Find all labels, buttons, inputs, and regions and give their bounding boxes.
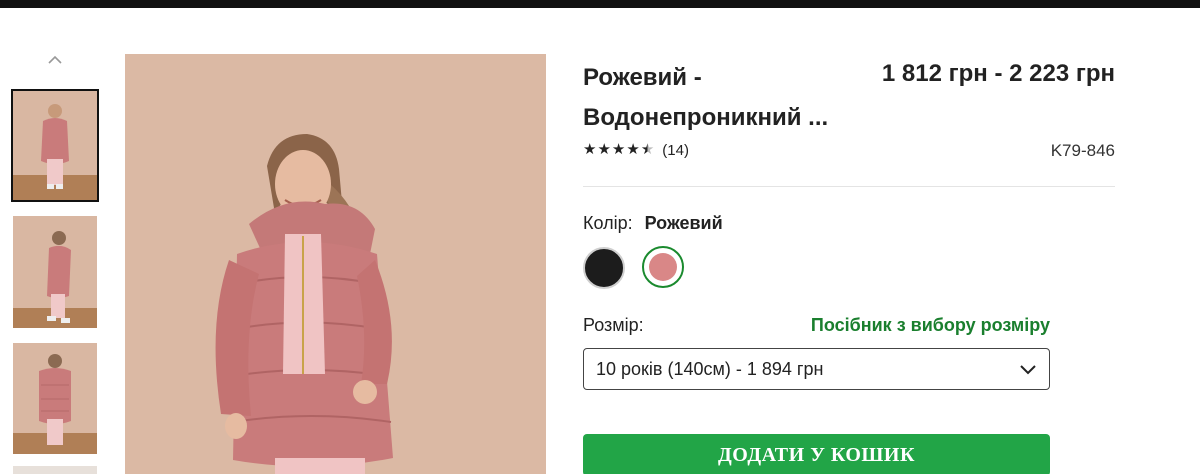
- thumbnail-side[interactable]: [13, 216, 97, 328]
- thumbnail-back-image: [13, 343, 97, 454]
- size-guide-link[interactable]: Посібник з вибору розміру: [740, 313, 1050, 337]
- thumbnail-scroll-up-button[interactable]: [45, 52, 65, 68]
- size-select[interactable]: 10 років (140см) - 1 894 грн: [583, 348, 1050, 390]
- thumbnail-more[interactable]: [13, 466, 97, 474]
- product-title-line1: Рожевий -: [583, 64, 702, 91]
- thumbnail-front[interactable]: [11, 89, 99, 202]
- product-rating[interactable]: ★ ★ ★ ★ ★ (14): [583, 140, 689, 160]
- size-label: Розмір:: [583, 315, 644, 335]
- thumbnail-back[interactable]: [13, 343, 97, 454]
- selected-color: Рожевий: [644, 213, 723, 233]
- product-sku: K79-846: [1050, 141, 1115, 160]
- star-icon: ★: [597, 141, 611, 158]
- thumbnail-front-image: [13, 91, 97, 200]
- star-icon: ★: [611, 141, 626, 158]
- divider: [583, 186, 1115, 187]
- product-price: 1 812 грн - 2 223 грн: [881, 60, 1115, 87]
- color-swatch-black[interactable]: [583, 247, 625, 289]
- thumbnail-side-image: [13, 216, 97, 328]
- size-selected-option: 10 років (140см) - 1 894 грн: [596, 358, 824, 379]
- chevron-down-icon: [1020, 365, 1036, 375]
- color-swatch-pink[interactable]: [642, 246, 684, 288]
- product-title: Рожевий - Водонепроникний ...: [583, 58, 853, 138]
- color-row: Колір: Рожевий: [583, 211, 723, 235]
- product-photo: [125, 54, 546, 474]
- star-icon: ★: [583, 141, 597, 158]
- top-bar: [0, 0, 1200, 8]
- chevron-up-icon: [48, 55, 62, 64]
- main-product-image[interactable]: [125, 54, 546, 474]
- product-title-line2: Водонепроникний ...: [583, 104, 829, 131]
- color-label: Колір:: [583, 213, 633, 233]
- star-icon: ★: [626, 141, 640, 158]
- review-count: (14): [662, 141, 689, 159]
- add-to-cart-button[interactable]: ДОДАТИ У КОШИК: [583, 434, 1050, 474]
- half-star-icon: ★: [640, 141, 655, 158]
